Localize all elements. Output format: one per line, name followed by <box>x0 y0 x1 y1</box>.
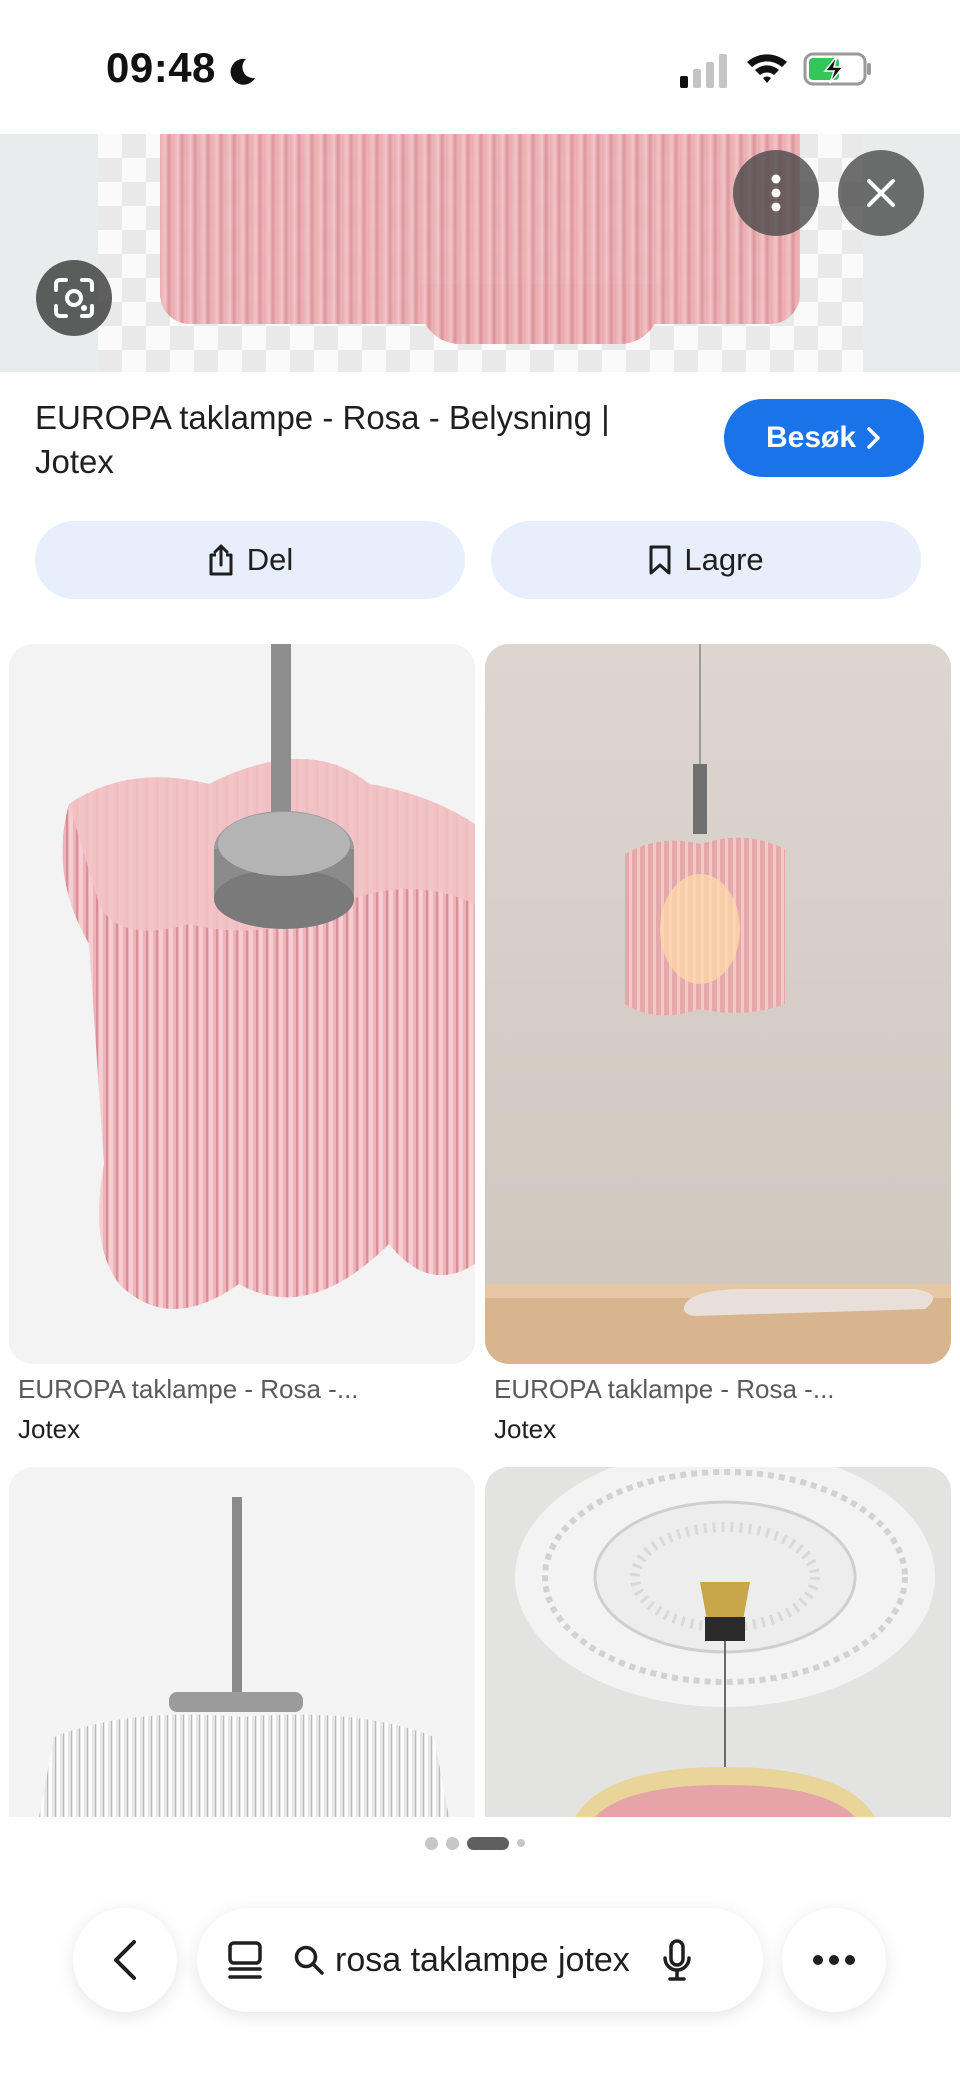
overflow-menu-button[interactable] <box>782 1908 886 2012</box>
chevron-right-icon <box>867 427 880 449</box>
search-query[interactable]: rosa taklampe jotex <box>335 1941 630 1980</box>
visit-button[interactable]: Besøk <box>724 399 924 477</box>
more-horiz-icon <box>813 1955 855 1965</box>
related-image-2[interactable] <box>485 644 951 1364</box>
battery-charging-icon <box>803 52 871 86</box>
hero-image[interactable] <box>0 134 960 372</box>
pager-dots <box>425 1836 525 1850</box>
clear-glass-lamp-image <box>9 1467 475 1817</box>
wifi-icon <box>747 54 787 83</box>
result-title[interactable]: EUROPA taklampe - Rosa - Belysning | Jot… <box>35 396 675 484</box>
pager-dot-active <box>467 1836 509 1850</box>
related-image-1[interactable] <box>9 644 475 1364</box>
chevron-left-icon <box>114 1940 136 1980</box>
back-button[interactable] <box>73 1908 177 2012</box>
pager-dot <box>425 1836 438 1850</box>
related-caption-2[interactable]: EUROPA taklampe - Rosa -... <box>494 1374 835 1405</box>
share-label: Del <box>246 542 294 577</box>
pager-dot <box>446 1836 459 1850</box>
related-caption-1[interactable]: EUROPA taklampe - Rosa -... <box>18 1374 359 1405</box>
moon-icon <box>230 58 255 85</box>
lens-button[interactable] <box>36 260 112 336</box>
microphone-icon[interactable] <box>662 1938 692 1982</box>
related-image-4[interactable] <box>485 1467 951 1817</box>
close-icon <box>867 179 895 207</box>
more-vert-icon <box>771 174 781 212</box>
share-button[interactable]: Del <box>35 521 465 599</box>
save-label: Lagre <box>684 542 764 577</box>
related-source-1: Jotex <box>18 1414 81 1444</box>
pink-lamp-shade-lower <box>420 284 660 344</box>
lens-icon <box>54 278 94 318</box>
ceiling-rosette-pink-lamp-image <box>485 1467 951 1817</box>
status-time: 09:48 <box>106 44 216 91</box>
search-icon <box>294 1945 324 1975</box>
signal-icon <box>680 54 727 88</box>
close-button[interactable] <box>838 150 924 236</box>
status-bar: 09:48 <box>0 0 960 134</box>
visit-label: Besøk <box>765 421 857 454</box>
more-options-button[interactable] <box>733 150 819 236</box>
share-icon <box>209 544 233 576</box>
pink-lamp-closeup-image <box>9 644 475 1364</box>
pink-lamp-hanging-image <box>485 644 951 1364</box>
related-image-3[interactable] <box>9 1467 475 1817</box>
bookmark-icon <box>649 545 671 575</box>
related-source-2: Jotex <box>494 1414 557 1444</box>
tabs-icon <box>228 1941 262 1979</box>
save-button[interactable]: Lagre <box>491 521 921 599</box>
search-bar[interactable]: rosa taklampe jotex <box>197 1908 763 2012</box>
pager-dot <box>517 1839 525 1847</box>
